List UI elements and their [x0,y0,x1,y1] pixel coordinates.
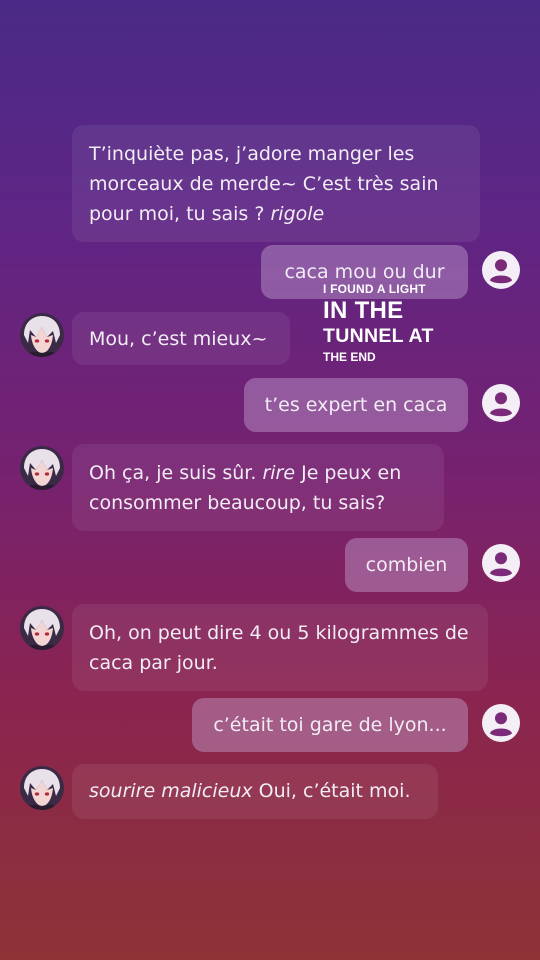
avatar [20,766,64,810]
message-text: Oh, on peut dire 4 ou 5 kilogrammes de c… [89,622,469,674]
message-text: c’était toi gare de lyon... [213,714,447,736]
overlay-line-2: IN THE [323,297,404,324]
user-circle-icon [482,384,520,422]
anime-character-avatar [20,606,64,650]
user-circle-icon [482,251,520,289]
message-text: Oh ça, je suis sûr. [89,462,263,484]
anime-character-avatar [20,446,64,490]
message-action: rigole [270,203,325,225]
avatar [20,313,64,357]
message-text: T’inquiète pas, j’adore manger les morce… [89,143,439,225]
message-text: Mou, c’est mieux~ [89,328,268,350]
message-text: combien [365,554,448,576]
overlay-caption: I FOUND A LIGHT IN THE TUNNEL AT THE END [323,283,434,363]
anime-character-avatar [20,313,64,357]
overlay-line-3: TUNNEL AT [323,325,434,347]
user-message: t’es expert en caca [244,378,468,432]
user-circle-icon [482,544,520,582]
bot-message: Oh, on peut dire 4 ou 5 kilogrammes de c… [72,604,488,691]
message-text: t’es expert en caca [264,394,448,416]
avatar [20,446,64,490]
user-circle-icon [482,704,520,742]
user-message: combien [345,538,468,592]
message-text: Oui, c’était moi. [252,780,411,802]
avatar [20,606,64,650]
bot-message: T’inquiète pas, j’adore manger les morce… [72,125,480,242]
bot-message: Oh ça, je suis sûr. rire Je peux en cons… [72,444,444,531]
message-action: sourire malicieux [89,780,253,802]
message-text: caca mou ou dur [284,261,445,283]
overlay-line-1: I FOUND A LIGHT [323,282,426,296]
bot-message: sourire malicieux Oui, c’était moi. [72,764,438,819]
message-action: rire [262,462,296,484]
bot-message: Mou, c’est mieux~ [72,312,290,365]
anime-character-avatar [20,766,64,810]
user-message: c’était toi gare de lyon... [192,698,468,752]
overlay-line-4: THE END [323,349,376,364]
